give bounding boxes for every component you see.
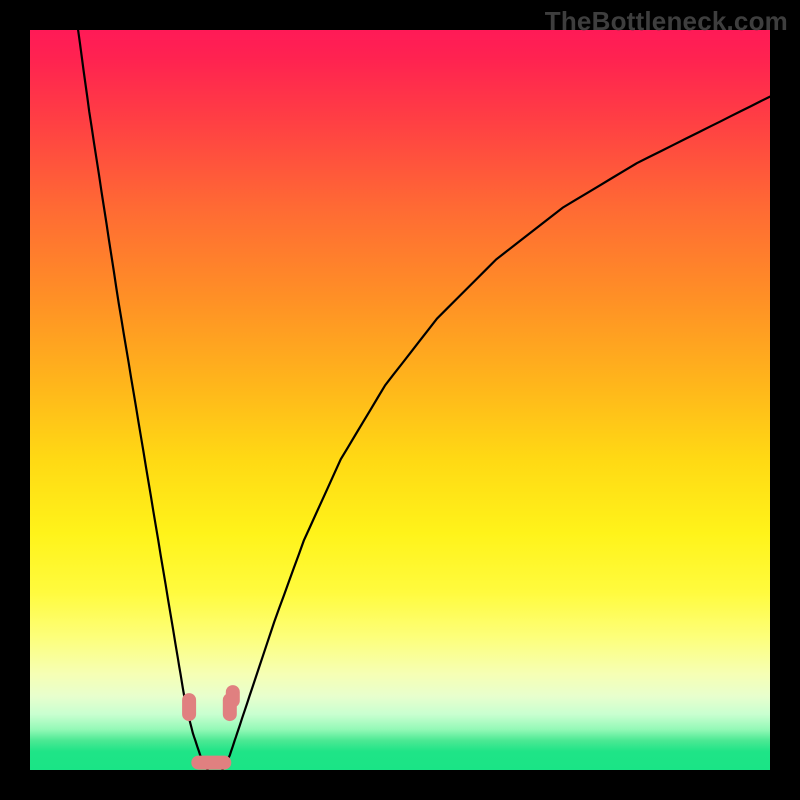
chart-outer: TheBottleneck.com bbox=[0, 0, 800, 800]
left-blob bbox=[182, 693, 196, 721]
plot-area bbox=[30, 30, 770, 770]
bottom-blob bbox=[191, 756, 231, 770]
watermark-text: TheBottleneck.com bbox=[545, 6, 788, 37]
curves-svg bbox=[30, 30, 770, 770]
right-blob bbox=[223, 693, 237, 721]
curve-path bbox=[78, 30, 770, 770]
